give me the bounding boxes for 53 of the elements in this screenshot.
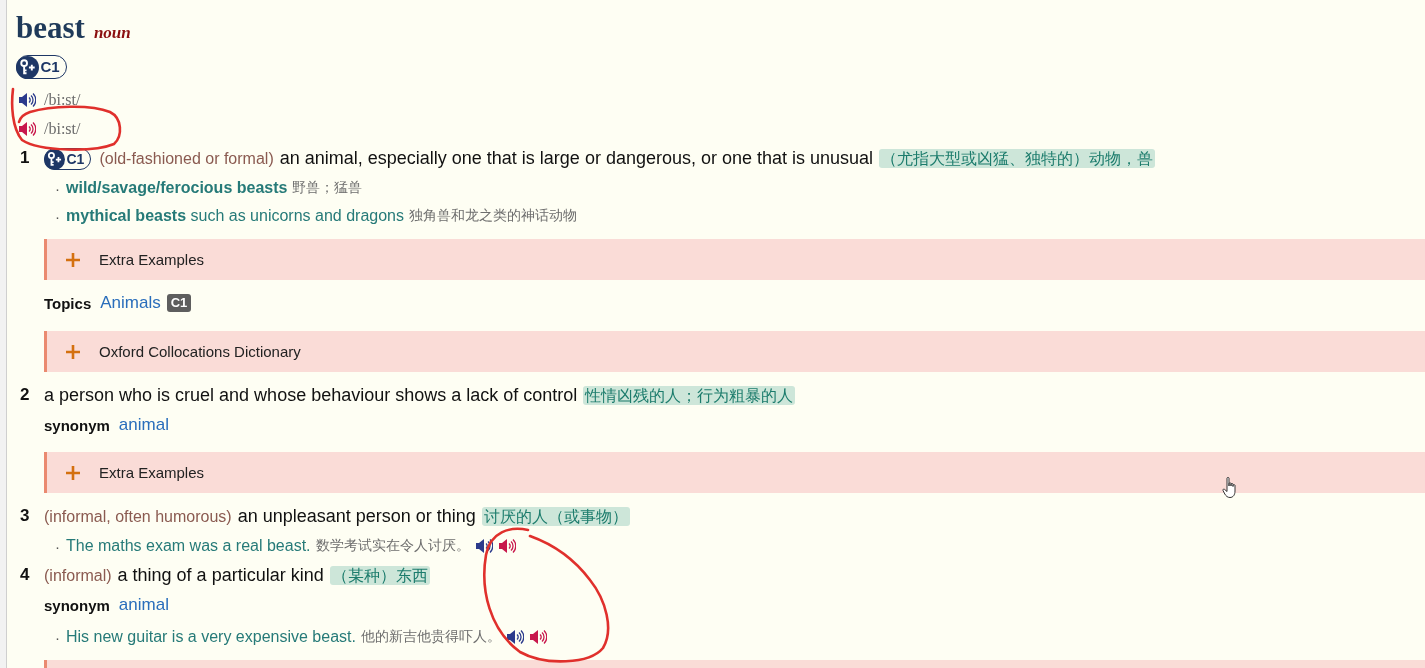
example-text: wild/savage/ferocious beasts	[66, 179, 288, 197]
example-text: His new guitar is a very expensive beast.	[66, 628, 356, 646]
example-text: mythical beasts such as unicorns and dragons	[66, 207, 404, 225]
pronunciation-text: /bi:st/	[44, 119, 81, 138]
hand-cursor-icon	[1222, 476, 1239, 499]
definition-text: an animal, especially one that is large or dangerous, or one that is unusual	[279, 148, 874, 168]
speaker-icon[interactable]	[528, 629, 547, 645]
topics-label: Topics	[44, 294, 92, 312]
expander-bar[interactable]: Extra Examples	[44, 239, 1425, 280]
example-translation: 独角兽和龙之类的神话动物	[409, 207, 577, 225]
example-text: The maths exam was a real beast.	[66, 537, 311, 555]
example-translation: 野兽；猛兽	[292, 179, 363, 197]
sense-number: 2	[20, 384, 31, 406]
definition-text: a person who is cruel and whose behaviour shows a lack of control	[44, 385, 578, 405]
sense-number: 4	[20, 564, 31, 586]
level-text: C1	[66, 150, 85, 169]
synonym-link[interactable]: animal	[118, 595, 169, 615]
bullet-mark: ·	[55, 537, 60, 555]
plus-icon	[66, 465, 80, 480]
translation-text: 讨厌的人（或事物）	[481, 507, 630, 526]
headword: beast	[16, 10, 85, 46]
definition-text: a thing of a particular kind	[117, 565, 324, 585]
plus-icon	[66, 344, 80, 359]
synonym-label: synonym	[44, 596, 110, 614]
speaker-icon[interactable]	[18, 91, 36, 108]
expander-bar[interactable]: Oxford Collocations Dictionary	[44, 331, 1425, 372]
bullet-mark: ·	[55, 628, 60, 646]
register-label: (informal)	[44, 567, 112, 584]
bullet-mark: ·	[55, 207, 60, 225]
bullet-mark: ·	[55, 179, 60, 197]
synonym-label: synonym	[44, 416, 110, 434]
part-of-speech: noun	[93, 22, 131, 44]
definition-text: an unpleasant person or thing	[237, 506, 476, 526]
level-text: C1	[40, 58, 60, 76]
translation-text: 性情凶残的人；行为粗暴的人	[583, 386, 796, 405]
register-label: (informal, often humorous)	[44, 508, 232, 525]
example-translation: 他的新吉他贵得吓人。	[360, 628, 501, 646]
speaker-icon[interactable]	[497, 538, 516, 554]
speaker-icon[interactable]	[505, 629, 524, 645]
synonym-link[interactable]: animal	[118, 415, 169, 435]
pronunciation-text: /bi:st/	[44, 90, 81, 109]
translation-text: （某种）东西	[329, 566, 430, 585]
topic-link[interactable]: Animals	[100, 293, 161, 313]
sense-number: 1	[20, 147, 31, 169]
speaker-icon[interactable]	[18, 120, 36, 137]
translation-text: （尤指大型或凶猛、独特的）动物，兽	[879, 149, 1156, 168]
expander-bar[interactable]: Extra Examples	[44, 452, 1425, 493]
register-label: (old-fashioned or formal)	[99, 150, 274, 167]
sense-number: 3	[20, 505, 31, 527]
level-badge: C1	[166, 294, 192, 312]
example-translation: 数学考试实在令人讨厌。	[315, 537, 470, 555]
speaker-icon[interactable]	[474, 538, 493, 554]
plus-icon	[66, 252, 80, 267]
